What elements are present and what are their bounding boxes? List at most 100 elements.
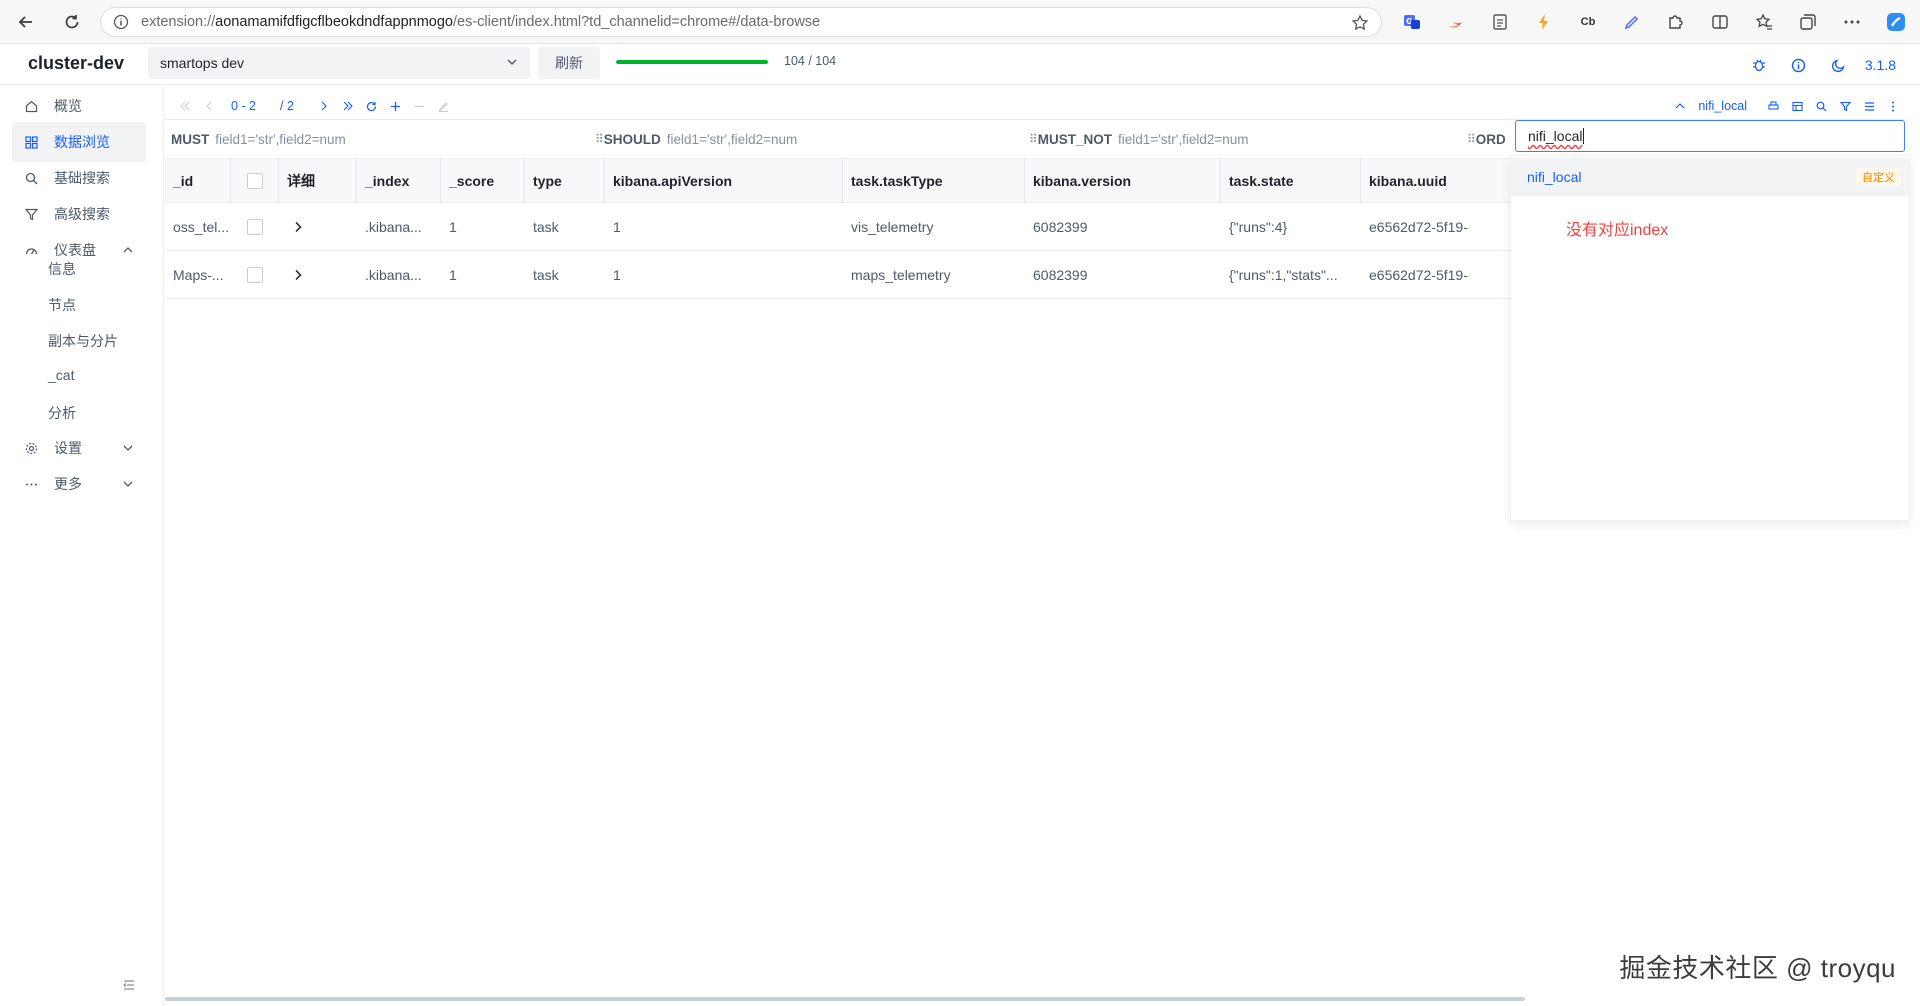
info-icon[interactable] xyxy=(113,14,129,30)
lightning-extension-icon[interactable] xyxy=(1522,6,1566,38)
sidebar-item-overview[interactable]: 概览 xyxy=(12,86,146,126)
drag-handle-icon[interactable]: ⠿ xyxy=(595,132,604,146)
progress-text: 104 / 104 xyxy=(784,54,837,68)
split-screen-icon[interactable] xyxy=(1698,6,1742,38)
expand-chevron-icon[interactable] xyxy=(279,203,357,251)
must-not-input[interactable]: field1='str',field2=num xyxy=(1118,132,1248,147)
must-not-filter[interactable]: ⠿ MUST_NOT field1='str',field2=num xyxy=(1029,120,1249,158)
bookmark-star-icon[interactable] xyxy=(1351,14,1369,32)
theme-toggle-icon[interactable] xyxy=(1819,53,1859,77)
sidebar-sub-nodes[interactable]: 节点 xyxy=(48,295,76,315)
cluster-select[interactable]: smartops dev xyxy=(148,47,530,79)
column-header-kibana-uuid[interactable]: kibana.uuid xyxy=(1361,159,1511,203)
sidebar-item-advanced-search[interactable]: 高级搜索 xyxy=(12,194,146,234)
drag-handle-icon[interactable]: ⠿ xyxy=(1467,132,1476,146)
sidebar-item-settings[interactable]: 设置 xyxy=(12,428,146,468)
add-icon[interactable] xyxy=(384,94,408,118)
should-filter[interactable]: ⠿ SHOULD field1='str',field2=num xyxy=(595,120,797,158)
sidebar-item-data-browse[interactable]: 数据浏览 xyxy=(12,122,146,162)
collections-icon[interactable] xyxy=(1786,6,1830,38)
table-view-icon[interactable] xyxy=(1785,94,1809,118)
next-page-icon[interactable] xyxy=(312,94,336,118)
sidebar: 概览 数据浏览 基础搜索 高级搜索 仪表盘 信息 节点 副本与分片 _cat 分… xyxy=(0,86,164,1006)
row-checkbox[interactable] xyxy=(247,219,263,235)
collapse-sidebar-icon[interactable] xyxy=(122,978,136,992)
column-header-index[interactable]: _index xyxy=(357,159,441,203)
column-header-detail[interactable]: 详细 xyxy=(279,159,357,203)
column-header-type[interactable]: type xyxy=(525,159,605,203)
more-menu-icon[interactable] xyxy=(1830,6,1874,38)
edit-icon[interactable] xyxy=(432,94,456,118)
columns-icon[interactable] xyxy=(1857,94,1881,118)
current-index-label[interactable]: nifi_local xyxy=(1698,99,1747,113)
cb-extension-icon[interactable]: Cb xyxy=(1566,6,1610,38)
row-checkbox-cell xyxy=(231,251,279,299)
cell-score: 1 xyxy=(449,267,457,283)
column-header-api-version[interactable]: kibana.apiVersion xyxy=(605,159,843,203)
sidebar-item-basic-search[interactable]: 基础搜索 xyxy=(12,158,146,198)
column-header-task-type[interactable]: task.taskType xyxy=(843,159,1025,203)
swift-extension-icon[interactable] xyxy=(1434,6,1478,38)
cell-task-state: {"runs":1,"stats"... xyxy=(1229,267,1338,283)
version-label[interactable]: 3.1.8 xyxy=(1865,57,1896,73)
chevron-up-icon[interactable] xyxy=(1670,94,1690,118)
clipboard-extension-icon[interactable] xyxy=(1478,6,1522,38)
must-filter[interactable]: MUST field1='str',field2=num xyxy=(171,120,346,158)
reload-icon[interactable] xyxy=(54,4,90,40)
sidebar-sub-cat[interactable]: _cat xyxy=(48,367,74,383)
must-input[interactable]: field1='str',field2=num xyxy=(215,132,345,147)
column-header-task-state[interactable]: task.state xyxy=(1221,159,1361,203)
sidebar-item-dashboard[interactable]: 仪表盘 xyxy=(12,230,146,270)
address-bar[interactable]: extension://aonamamifdfigcflbeokdndfappn… xyxy=(100,7,1382,37)
pen-extension-icon[interactable] xyxy=(1610,6,1654,38)
row-checkbox[interactable] xyxy=(247,267,263,283)
first-page-icon[interactable] xyxy=(173,94,197,118)
pagination-toolbar: 0 - 2 / 2 nifi_local xyxy=(165,94,1905,118)
should-label: SHOULD xyxy=(603,131,661,147)
sidebar-item-label: 设置 xyxy=(54,440,82,456)
cell-api-version: 1 xyxy=(613,219,621,235)
cell-task-type: maps_telemetry xyxy=(851,267,951,283)
select-all-checkbox[interactable] xyxy=(246,173,263,189)
puzzle-extensions-icon[interactable] xyxy=(1654,6,1698,38)
chevron-down-icon xyxy=(506,56,518,68)
index-dropdown: nifi_local 自定义 没有对应index xyxy=(1510,155,1910,521)
text-caret xyxy=(1583,128,1585,144)
print-icon[interactable] xyxy=(1761,94,1785,118)
translate-extension-icon[interactable]: G xyxy=(1390,6,1434,38)
info-circle-icon[interactable] xyxy=(1779,53,1819,77)
grid-icon xyxy=(24,135,38,149)
refresh-button[interactable]: 刷新 xyxy=(538,47,600,79)
sidebar-sub-shards[interactable]: 副本与分片 xyxy=(48,331,118,351)
bug-icon[interactable] xyxy=(1739,53,1779,77)
sidebar-item-more[interactable]: 更多 xyxy=(12,464,146,504)
horizontal-scrollbar[interactable] xyxy=(165,997,1525,1001)
vertical-more-icon[interactable] xyxy=(1881,94,1905,118)
drag-handle-icon[interactable]: ⠿ xyxy=(1029,132,1038,146)
progress-fill xyxy=(616,60,768,64)
sidebar-sub-info[interactable]: 信息 xyxy=(48,259,76,279)
prev-page-icon[interactable] xyxy=(197,94,221,118)
back-icon[interactable] xyxy=(8,4,44,40)
select-all-checkbox-cell xyxy=(231,159,279,203)
index-option[interactable]: nifi_local 自定义 xyxy=(1511,158,1909,196)
column-header-id[interactable]: _id xyxy=(165,159,231,203)
should-input[interactable]: field1='str',field2=num xyxy=(667,132,797,147)
order-filter[interactable]: ⠿ ORD xyxy=(1467,120,1512,158)
expand-chevron-icon[interactable] xyxy=(279,251,357,299)
cluster-title: cluster-dev xyxy=(28,53,125,73)
favorites-icon[interactable] xyxy=(1742,6,1786,38)
cell-type: task xyxy=(533,219,559,235)
filter-icon[interactable] xyxy=(1833,94,1857,118)
copilot-icon[interactable] xyxy=(1874,6,1918,38)
cell-kibana-version: 6082399 xyxy=(1033,219,1088,235)
refresh-data-icon[interactable] xyxy=(360,94,384,118)
index-search-input[interactable]: nifi_local xyxy=(1515,120,1905,152)
search-icon[interactable] xyxy=(1809,94,1833,118)
sidebar-sub-analysis[interactable]: 分析 xyxy=(48,403,76,423)
column-header-kibana-version[interactable]: kibana.version xyxy=(1025,159,1221,203)
cell-api-version: 1 xyxy=(613,267,621,283)
column-header-score[interactable]: _score xyxy=(441,159,525,203)
last-page-icon[interactable] xyxy=(336,94,360,118)
remove-icon[interactable] xyxy=(408,94,432,118)
